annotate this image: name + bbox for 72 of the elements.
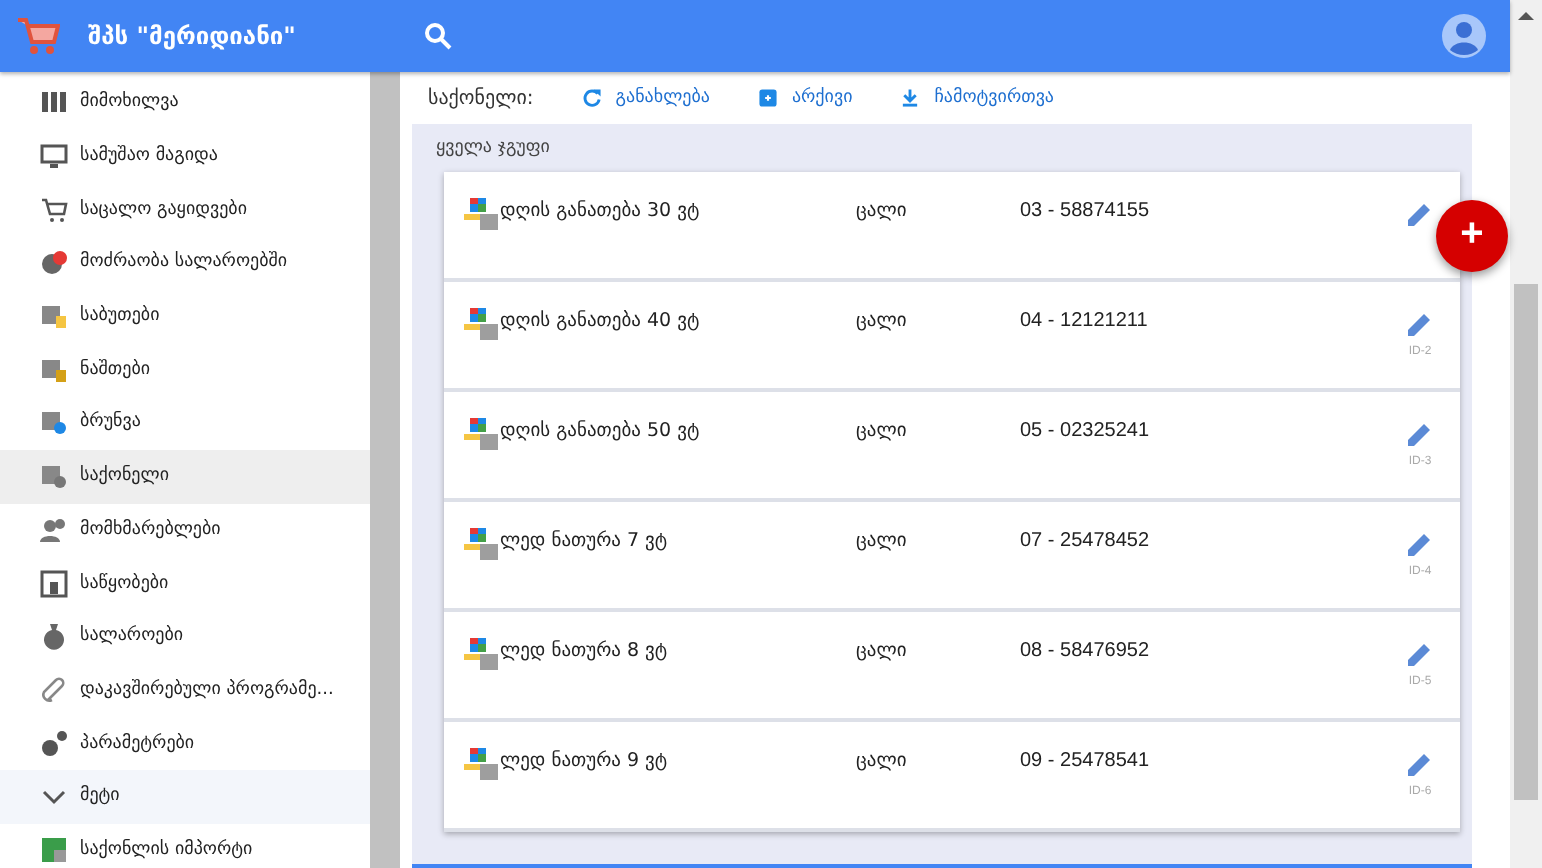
toolbar-title: საქონელი: xyxy=(428,87,534,109)
menu-item[interactable]: საქონლის იმპორტი xyxy=(0,823,370,868)
menu-item[interactable]: სამუშაო მაგიდა xyxy=(0,129,370,183)
company-name: შპს "მერიდიანი" xyxy=(88,22,298,50)
search-icon[interactable] xyxy=(424,22,452,50)
spreadsheet-icon xyxy=(40,835,68,864)
edit-button[interactable] xyxy=(1406,640,1434,668)
product-code: 07 - 25478452 xyxy=(1020,530,1152,552)
product-code: 03 - 58874155 xyxy=(1020,200,1152,222)
menu-item[interactable]: მომხმარებლები xyxy=(0,503,370,557)
refresh-icon xyxy=(581,88,602,108)
menu-item[interactable]: ნაშთები xyxy=(0,342,370,397)
toolbar-link[interactable]: განახლება xyxy=(581,88,710,108)
product-unit: ცალი xyxy=(856,530,909,552)
menu-item[interactable]: ბრუნვა xyxy=(0,396,370,450)
product-name: დღის განათება 30 ვტ xyxy=(500,200,702,222)
menu-item[interactable]: მეტი xyxy=(0,769,370,824)
product-name: ლედ ნათურა 8 ვტ xyxy=(500,640,670,662)
menu-item[interactable]: სალაროები xyxy=(0,609,370,664)
product-code: 05 - 02325241 xyxy=(1020,420,1152,442)
product-name: დღის განათება 50 ვტ xyxy=(500,420,702,442)
menu-item[interactable]: საქონელი xyxy=(0,449,370,503)
box-icon xyxy=(40,302,68,331)
download-icon xyxy=(900,88,921,108)
chart-icon xyxy=(40,88,68,117)
cart-icon xyxy=(40,195,68,224)
menu-item[interactable]: საწყობები xyxy=(0,556,370,610)
product-name: ლედ ნათურა 7 ვტ xyxy=(500,530,670,552)
product-name: ლედ ნათურა 9 ვტ xyxy=(500,750,670,772)
money-bag-icon xyxy=(40,622,68,651)
edit-button[interactable] xyxy=(1406,750,1434,778)
toolbar-link[interactable]: არქივი xyxy=(757,88,853,108)
product-icon xyxy=(464,746,500,782)
avatar-icon[interactable] xyxy=(1442,14,1486,58)
product-unit: ცალი xyxy=(856,750,909,772)
menu-item[interactable]: მოძრაობა სალაროებში xyxy=(0,236,370,290)
product-icon xyxy=(464,526,500,562)
product-name: დღის განათება 40 ვტ xyxy=(500,310,702,332)
box-icon xyxy=(40,408,68,437)
product-unit: ცალი xyxy=(856,420,909,442)
product-unit: ცალი xyxy=(856,310,909,332)
edit-button[interactable] xyxy=(1406,530,1434,558)
monitor-icon xyxy=(40,142,68,171)
cart-icon xyxy=(16,16,60,56)
menu-item[interactable]: მიმოხილვა xyxy=(0,76,370,130)
building-icon xyxy=(40,569,68,598)
product-code: 04 - 12121211 xyxy=(1020,310,1150,332)
product-code: 09 - 25478541 xyxy=(1020,750,1152,772)
product-icon xyxy=(464,306,500,342)
menu-item[interactable]: პარამეტრები xyxy=(0,716,370,770)
product-unit: ცალი xyxy=(856,640,909,662)
paperclip-icon xyxy=(40,675,68,704)
edit-button[interactable] xyxy=(1406,420,1434,448)
archive-icon xyxy=(757,88,778,108)
product-code: 08 - 58476952 xyxy=(1020,640,1152,662)
product-unit: ცალი xyxy=(856,200,909,222)
group-label: ყველა ჯგუფი xyxy=(436,136,552,162)
edit-button[interactable] xyxy=(1406,200,1434,228)
menu-item[interactable]: საცალო გაყიდვები xyxy=(0,182,370,237)
scrollbar[interactable] xyxy=(370,72,400,868)
menu-item[interactable]: საბუთები xyxy=(0,289,370,343)
scrollbar[interactable] xyxy=(1510,0,1542,868)
box-icon xyxy=(40,462,68,491)
add-button[interactable]: + xyxy=(1436,200,1508,272)
toolbar-link[interactable]: ჩამოტვირთვა xyxy=(900,88,1054,108)
menu-item[interactable]: დაკავშირებული პროგრამე... xyxy=(0,663,370,717)
users-icon xyxy=(40,515,68,544)
product-icon xyxy=(464,196,500,232)
edit-button[interactable] xyxy=(1406,310,1434,338)
product-icon xyxy=(464,416,500,452)
product-icon xyxy=(464,636,500,672)
box-icon xyxy=(40,355,68,384)
